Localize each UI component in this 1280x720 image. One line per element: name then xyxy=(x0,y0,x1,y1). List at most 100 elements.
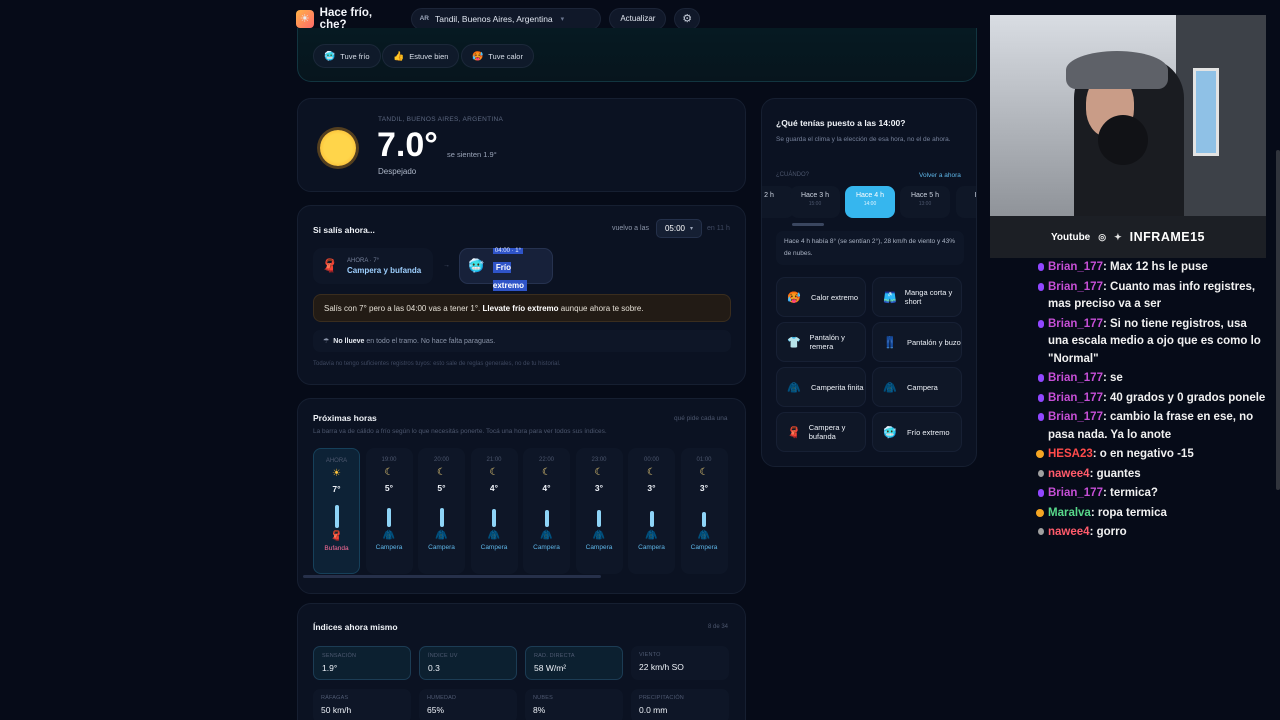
light-jacket-icon: 🧥 xyxy=(787,381,801,394)
feedback-cold-button[interactable]: 🥶 Tuve frío xyxy=(313,44,381,68)
hour-column[interactable]: 00:00 ☾ 3° 🧥 Campera xyxy=(628,448,675,574)
clothing-option[interactable]: 🧥 Camperita finita xyxy=(776,367,866,407)
hour-clothing: Bufanda xyxy=(324,545,349,552)
webcam-window xyxy=(1193,68,1219,156)
chat-username[interactable]: nawee4 xyxy=(1048,526,1090,538)
hour-column[interactable]: 23:00 ☾ 3° 🧥 Campera xyxy=(575,448,623,574)
country-code: AR xyxy=(419,15,429,22)
gear-icon[interactable]: ⚙ xyxy=(674,7,700,30)
index-tile[interactable]: NUBES 8% xyxy=(525,689,623,720)
return-in: en 11 h xyxy=(707,225,730,232)
time-chip-time: 12 xyxy=(956,201,976,207)
hour-time: AHORA xyxy=(325,458,348,464)
feedback-hot-label: Tuve calor xyxy=(488,51,523,61)
hours-legend-link[interactable]: qué pide cada una xyxy=(674,415,728,422)
hour-time: 01:00 xyxy=(696,457,712,463)
hours-scrollbar[interactable] xyxy=(303,575,601,578)
hour-column[interactable]: 01:00 ☾ 3° 🧥 Campera xyxy=(680,448,728,574)
chat-username[interactable]: Brian_177 xyxy=(1048,261,1103,273)
warning-text-end: aunque ahora te sobre. xyxy=(560,303,644,313)
webcam-overlay xyxy=(990,15,1266,216)
clothing-option[interactable]: 🥵 Calor extremo xyxy=(776,277,866,317)
recommendation-later-label: Frío extremo xyxy=(492,262,528,291)
feedback-panel: 🥶 Tuve frío 👍 Estuve bien 🥵 Tuve calor xyxy=(297,28,977,82)
time-chip[interactable]: Hace 4 h 14:00 xyxy=(845,186,895,218)
sun-icon: ☀ xyxy=(332,468,341,479)
chat-badge-icon xyxy=(1038,413,1044,421)
feedback-hot-button[interactable]: 🥵 Tuve calor xyxy=(461,44,534,68)
time-chip[interactable]: Hace 3 h 15:00 xyxy=(790,186,840,218)
hour-column[interactable]: 19:00 ☾ 5° 🧥 Campera xyxy=(365,448,413,574)
index-tile[interactable]: RAD. DIRECTA 58 W/m² xyxy=(525,646,623,680)
jacket-icon: 🧥 xyxy=(697,530,711,541)
index-tile[interactable]: ÍNDICE UV 0.3 xyxy=(419,646,517,680)
index-tile[interactable]: HUMEDAD 65% xyxy=(419,689,517,720)
leave-now-card: Si salís ahora... vuelvo a las 05:00 ▾ e… xyxy=(297,205,746,385)
moon-icon: ☾ xyxy=(437,467,446,478)
chat-username[interactable]: Maralva xyxy=(1048,507,1091,519)
chat-username[interactable]: HESA23 xyxy=(1048,448,1093,460)
chat-badge-icon xyxy=(1038,282,1044,291)
index-key: HUMEDAD xyxy=(427,695,457,701)
chat-username[interactable]: Brian_177 xyxy=(1048,411,1103,423)
hour-time: 19:00 xyxy=(381,457,397,463)
chat-username[interactable]: Brian_177 xyxy=(1048,318,1103,330)
scarf-icon: 🧣 xyxy=(330,531,343,542)
instagram-icon: ◎ xyxy=(1098,231,1107,242)
jacket-icon: 🧥 xyxy=(592,530,606,541)
chat-username[interactable]: Brian_177 xyxy=(1048,392,1103,404)
return-time-select[interactable]: 05:00 ▾ xyxy=(656,219,702,238)
scarf-icon: 🧣 xyxy=(787,426,801,439)
chat-text: : termica? xyxy=(1102,487,1158,499)
clothing-option[interactable]: 👖 Pantalón y buzo xyxy=(872,322,962,362)
page-scrollbar[interactable] xyxy=(1276,150,1280,490)
chat-username[interactable]: Brian_177 xyxy=(1048,372,1103,384)
index-key: RAD. DIRECTA xyxy=(534,653,575,659)
clothing-option[interactable]: 🧥 Campera xyxy=(872,367,962,407)
leave-title: Si salís ahora... xyxy=(313,225,375,235)
index-tile[interactable]: RÁFAGAS 50 km/h xyxy=(313,689,411,720)
clothing-option[interactable]: 🥶 Frío extremo xyxy=(872,412,962,452)
moon-icon: ☾ xyxy=(594,467,604,478)
clothing-option[interactable]: 🧣 Campera y bufanda xyxy=(776,412,866,452)
hour-temp: 3° xyxy=(594,483,604,493)
time-chip-time: 13:00 xyxy=(918,201,932,207)
chevron-down-icon: ▾ xyxy=(560,15,565,23)
update-button[interactable]: Actualizar xyxy=(609,7,667,30)
chips-scrollbar[interactable] xyxy=(792,223,824,226)
recommendation-now: 🧣 AHORA · 7° Campera y bufanda xyxy=(313,248,433,284)
current-weather-card: TANDIL, BUENOS AIRES, ARGENTINA 7.0° se … xyxy=(297,98,746,192)
arrow-right-icon: → xyxy=(443,262,450,269)
streamer-cap xyxy=(1066,51,1168,89)
hours-subtitle: La barra va de cálido a frío según lo qu… xyxy=(313,428,607,435)
index-value: 0.0 mm xyxy=(639,705,668,715)
chat-message: Brian_177: cambio la frase en ese, no pa… xyxy=(1038,409,1266,444)
clothing-option[interactable]: 🩳 Manga corta y short xyxy=(872,277,962,317)
hour-column[interactable]: 20:00 ☾ 5° 🧥 Campera xyxy=(418,448,465,574)
feedback-ok-button[interactable]: 👍 Estuve bien xyxy=(382,44,460,68)
time-chip[interactable]: Hac 12 xyxy=(956,186,976,218)
hour-column[interactable]: 22:00 ☾ 4° 🧥 Campera xyxy=(523,448,570,574)
chat-badge-icon xyxy=(1038,374,1044,382)
hour-clothing: Campera xyxy=(690,544,718,551)
hour-temp: 4° xyxy=(489,483,499,493)
jacket-icon: 🧥 xyxy=(382,530,396,541)
location-selector[interactable]: AR Tandil, Buenos Aires, Argentina ▾ xyxy=(410,7,602,30)
chat-username[interactable]: nawee4 xyxy=(1048,468,1090,480)
hour-column[interactable]: AHORA ☀ 7° 🧣 Bufanda xyxy=(313,448,360,574)
time-chip[interactable]: Hace 5 h 13:00 xyxy=(900,186,950,218)
index-tile[interactable]: PRECIPITACIÓN 0.0 mm xyxy=(631,689,729,720)
chat-username[interactable]: Brian_177 xyxy=(1048,487,1103,499)
index-tile[interactable]: VIENTO 22 km/h SO xyxy=(631,646,729,680)
twitter-icon: ✦ xyxy=(1114,231,1122,242)
hour-time: 00:00 xyxy=(643,457,659,463)
chat-username[interactable]: Brian_177 xyxy=(1048,281,1103,293)
clothing-option[interactable]: 👕 Pantalón y remera xyxy=(776,322,866,362)
location-name: Tandil, Buenos Aires, Argentina xyxy=(434,13,553,24)
umbrella-icon: ☂ xyxy=(323,338,330,345)
hour-column[interactable]: 21:00 ☾ 4° 🧥 Campera xyxy=(470,448,518,574)
chat-badge-icon xyxy=(1038,489,1044,497)
back-to-now-link[interactable]: Volver a ahora xyxy=(919,172,961,179)
jacket-icon: 🧥 xyxy=(435,530,448,541)
index-tile[interactable]: SENSACIÓN 1.9° xyxy=(313,646,411,680)
